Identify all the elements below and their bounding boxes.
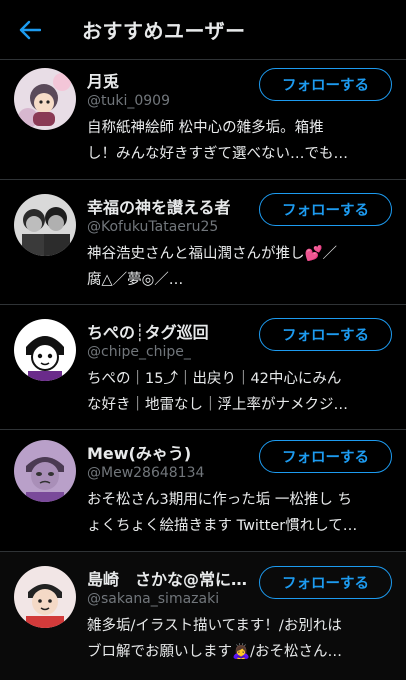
recommended-users-list: 月兎 @tuki_0909 自称紙神絵師 松中心の雑多垢。箱推 し！みんな好きす… [0,60,406,680]
avatar[interactable] [14,68,76,130]
page-title: おすすめユーザー [82,19,246,43]
follow-button[interactable]: フォローする [259,193,392,226]
bio-line: 雑多垢/イラスト描いてます！/お別れは [87,618,342,634]
bio-line: ょくちょく絵描きます Twitter慣れして… [87,518,358,534]
user-row[interactable]: 月兎 @tuki_0909 自称紙神絵師 松中心の雑多垢。箱推 し！みんな好きす… [0,60,406,180]
user-name[interactable]: Mew(みゃう) [87,440,191,464]
user-name[interactable]: 幸福の神を讃える者 [87,194,231,218]
follow-button[interactable]: フォローする [259,318,392,351]
user-name[interactable]: 月兎 [87,68,119,92]
follow-button[interactable]: フォローする [259,440,392,473]
user-row[interactable]: 島崎 さかな@常に… @sakana_simazaki 雑多垢/イラスト描いてま… [0,552,406,680]
avatar[interactable] [14,319,76,381]
user-name[interactable]: ちぺの┊タグ巡回 [87,319,209,343]
user-handle[interactable]: @KofukuTataeru25 [87,219,218,235]
bio-line: な好き｜地雷なし｜浮上率がナメクジ… [87,397,348,413]
user-handle[interactable]: @sakana_simazaki [87,591,219,607]
bio-line: 神谷浩史さんと福山潤さんが推し💕／ [87,246,338,262]
follow-button[interactable]: フォローする [259,68,392,101]
user-bio: おそ松さん3期用に作った垢 一松推し ち ょくちょく絵描きます Twitter慣… [87,487,387,539]
user-bio: 神谷浩史さんと福山潤さんが推し💕／ 腐△／夢◎／… [87,241,387,293]
user-name[interactable]: 島崎 さかな@常に… [87,566,247,590]
user-row[interactable]: 幸福の神を讃える者 @KofukuTataeru25 神谷浩史さんと福山潤さんが… [0,180,406,305]
follow-button[interactable]: フォローする [259,566,392,599]
top-app-bar: おすすめユーザー [0,0,406,60]
user-bio: 自称紙神絵師 松中心の雑多垢。箱推 し！みんな好きすぎて選べない…でも… [87,115,387,167]
bio-line: 自称紙神絵師 松中心の雑多垢。箱推 [87,120,324,136]
bio-line: ちぺの｜15⤴｜出戻り｜42中心にみん [87,371,342,387]
bio-line: し！みんな好きすぎて選べない…でも… [87,146,348,162]
user-row[interactable]: ちぺの┊タグ巡回 @chipe_chipe_ ちぺの｜15⤴｜出戻り｜42中心に… [0,305,406,430]
arrow-left-icon [19,20,41,39]
user-bio: 雑多垢/イラスト描いてます！/お別れは ブロ解でお願いします🙇‍♀️/おそ松さん… [87,613,387,665]
avatar[interactable] [14,440,76,502]
avatar[interactable] [14,194,76,256]
user-row[interactable]: Mew(みゃう) @Mew28648134 おそ松さん3期用に作った垢 一松推し… [0,430,406,552]
user-bio: ちぺの｜15⤴｜出戻り｜42中心にみん な好き｜地雷なし｜浮上率がナメクジ… [87,366,387,418]
user-handle[interactable]: @Mew28648134 [87,465,204,481]
avatar[interactable] [14,566,76,628]
bio-line: おそ松さん3期用に作った垢 一松推し ち [87,492,352,508]
bio-line: ブロ解でお願いします🙇‍♀️/おそ松さん… [87,644,342,660]
user-handle[interactable]: @tuki_0909 [87,93,170,109]
back-button[interactable] [0,0,60,60]
bio-line: 腐△／夢◎／… [87,272,184,288]
user-handle[interactable]: @chipe_chipe_ [87,344,191,360]
